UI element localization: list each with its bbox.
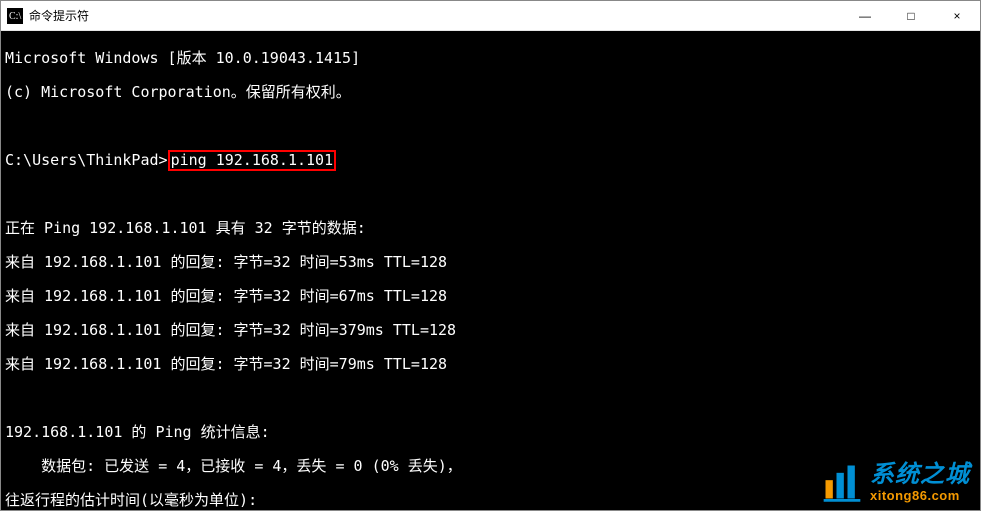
blank-line <box>5 118 976 135</box>
watermark-logo-icon <box>820 460 864 504</box>
version-line: Microsoft Windows [版本 10.0.19043.1415] <box>5 50 976 67</box>
blank-line <box>5 186 976 203</box>
watermark-title: 系统之城 <box>870 463 970 487</box>
terminal-output[interactable]: Microsoft Windows [版本 10.0.19043.1415] (… <box>1 31 980 510</box>
cmd-icon: C:\ <box>7 8 23 24</box>
ping-reply-line: 来自 192.168.1.101 的回复: 字节=32 时间=79ms TTL=… <box>5 356 976 373</box>
prompt-path: C:\Users\ThinkPad> <box>5 151 168 169</box>
watermark-text: 系统之城 xitong86.com <box>870 463 970 502</box>
command-highlight-1: ping 192.168.1.101 <box>168 150 337 171</box>
watermark: 系统之城 xitong86.com <box>820 460 970 504</box>
minimize-button[interactable]: — <box>842 1 888 30</box>
titlebar-left: C:\ 命令提示符 <box>7 7 89 24</box>
window-controls: — □ × <box>842 1 980 30</box>
prompt-line-1: C:\Users\ThinkPad>ping 192.168.1.101 <box>5 152 976 169</box>
titlebar[interactable]: C:\ 命令提示符 — □ × <box>1 1 980 31</box>
blank-line <box>5 390 976 407</box>
copyright-line: (c) Microsoft Corporation。保留所有权利。 <box>5 84 976 101</box>
watermark-subtitle: xitong86.com <box>870 489 970 502</box>
svg-text:C:\: C:\ <box>9 11 21 22</box>
ping-reply-line: 来自 192.168.1.101 的回复: 字节=32 时间=379ms TTL… <box>5 322 976 339</box>
maximize-button[interactable]: □ <box>888 1 934 30</box>
ping-start-line: 正在 Ping 192.168.1.101 具有 32 字节的数据: <box>5 220 976 237</box>
ping-stats-header: 192.168.1.101 的 Ping 统计信息: <box>5 424 976 441</box>
ping-reply-line: 来自 192.168.1.101 的回复: 字节=32 时间=67ms TTL=… <box>5 288 976 305</box>
window-title: 命令提示符 <box>29 7 89 24</box>
ping-reply-line: 来自 192.168.1.101 的回复: 字节=32 时间=53ms TTL=… <box>5 254 976 271</box>
cmd-window: C:\ 命令提示符 — □ × Microsoft Windows [版本 10… <box>0 0 981 511</box>
close-button[interactable]: × <box>934 1 980 30</box>
